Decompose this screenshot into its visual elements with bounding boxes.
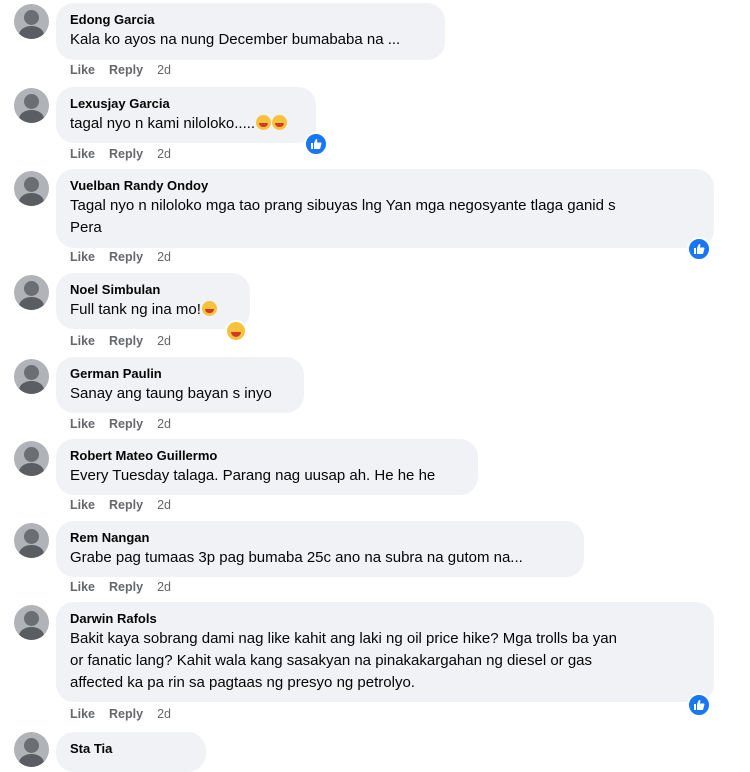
timestamp[interactable]: 2d (157, 250, 171, 264)
comment-text: tagal nyo n kami niloloko..... (70, 113, 304, 135)
timestamp[interactable]: 2d (157, 417, 171, 431)
timestamp[interactable]: 2d (157, 580, 171, 594)
comment-actions: Like Reply 2d (70, 334, 185, 348)
like-button[interactable]: Like (70, 707, 95, 721)
commenter-name[interactable]: Noel Simbulan (70, 281, 238, 298)
reply-button[interactable]: Reply (109, 707, 143, 721)
like-reaction-icon[interactable] (304, 132, 328, 156)
reply-button[interactable]: Reply (109, 147, 143, 161)
comment-text-line: Pera (70, 219, 102, 236)
avatar[interactable] (14, 171, 49, 206)
like-button[interactable]: Like (70, 417, 95, 431)
comment-actions: Like Reply 2d (70, 580, 185, 594)
commenter-name[interactable]: Lexusjay Garcia (70, 95, 304, 112)
avatar[interactable] (14, 605, 49, 640)
comment-bubble: Sta Tia (56, 732, 206, 772)
commenter-name[interactable]: Robert Mateo Guillermo (70, 447, 466, 464)
comment-bubble: Vuelban Randy Ondoy Tagal nyo n niloloko… (56, 169, 714, 248)
commenter-name[interactable]: Edong Garcia (70, 11, 433, 28)
timestamp[interactable]: 2d (157, 334, 171, 348)
reply-button[interactable]: Reply (109, 63, 143, 77)
comment-actions: Like Reply 2d (70, 147, 185, 161)
comment-text-line: Tagal nyo n niloloko mga tao prang sibuy… (70, 197, 616, 214)
commenter-name[interactable]: Darwin Rafols (70, 610, 702, 627)
comment-bubble: Rem Nangan Grabe pag tumaas 3p pag bumab… (56, 521, 584, 577)
avatar[interactable] (14, 88, 49, 123)
comment-text: Sanay ang taung bayan s inyo (70, 385, 272, 402)
reply-button[interactable]: Reply (109, 334, 143, 348)
comment-actions: Like Reply 2d (70, 707, 185, 721)
like-button[interactable]: Like (70, 250, 95, 264)
like-button[interactable]: Like (70, 147, 95, 161)
avatar[interactable] (14, 359, 49, 394)
timestamp[interactable]: 2d (157, 63, 171, 77)
like-button[interactable]: Like (70, 63, 95, 77)
laughing-emoji-icon (201, 301, 217, 316)
avatar[interactable] (14, 275, 49, 310)
commenter-name[interactable]: Vuelban Randy Ondoy (70, 177, 702, 194)
comment-actions: Like Reply 2d (70, 63, 185, 77)
comment-actions: Like Reply 2d (70, 498, 185, 512)
comment-bubble: Lexusjay Garcia tagal nyo n kami nilolok… (56, 87, 316, 143)
comment-bubble: Edong Garcia Kala ko ayos na nung Decemb… (56, 3, 445, 60)
comment-text-line: affected ka pa rin sa pagtaas ng presyo … (70, 674, 415, 691)
like-button[interactable]: Like (70, 334, 95, 348)
comment-actions: Like Reply 2d (70, 417, 185, 431)
like-reaction-icon[interactable] (687, 693, 711, 717)
comment-text-line: Bakit kaya sobrang dami nag like kahit a… (70, 630, 617, 647)
comment-text: Every Tuesday talaga. Parang nag uusap a… (70, 467, 436, 484)
comment-bubble: Robert Mateo Guillermo Every Tuesday tal… (56, 439, 478, 495)
timestamp[interactable]: 2d (157, 147, 171, 161)
reply-button[interactable]: Reply (109, 250, 143, 264)
reply-button[interactable]: Reply (109, 417, 143, 431)
comment-text: Full tank ng ina mo! (70, 299, 238, 321)
rofl-emoji-icon (272, 115, 288, 130)
comment-bubble: Darwin Rafols Bakit kaya sobrang dami na… (56, 602, 714, 702)
timestamp[interactable]: 2d (157, 707, 171, 721)
avatar[interactable] (14, 732, 49, 767)
avatar[interactable] (14, 441, 49, 476)
comment-actions: Like Reply 2d (70, 250, 185, 264)
comment-text: Kala ko ayos na nung December bumababa n… (70, 31, 401, 48)
comment-text-line: or fanatic lang? Kahit wala kang sasakya… (70, 652, 593, 669)
comment-text: Grabe pag tumaas 3p pag bumaba 25c ano n… (70, 549, 523, 566)
avatar[interactable] (14, 4, 49, 39)
avatar[interactable] (14, 523, 49, 558)
comment-bubble: Noel Simbulan Full tank ng ina mo! (56, 273, 250, 329)
commenter-name[interactable]: German Paulin (70, 365, 292, 382)
reply-button[interactable]: Reply (109, 498, 143, 512)
comment-bubble: German Paulin Sanay ang taung bayan s in… (56, 357, 304, 413)
like-button[interactable]: Like (70, 580, 95, 594)
commenter-name[interactable]: Sta Tia (70, 740, 194, 757)
like-button[interactable]: Like (70, 498, 95, 512)
reply-button[interactable]: Reply (109, 580, 143, 594)
commenter-name[interactable]: Rem Nangan (70, 529, 572, 546)
laughing-emoji-icon (256, 115, 272, 130)
timestamp[interactable]: 2d (157, 498, 171, 512)
like-reaction-icon[interactable] (687, 237, 711, 261)
laugh-reaction-icon[interactable] (225, 320, 247, 342)
